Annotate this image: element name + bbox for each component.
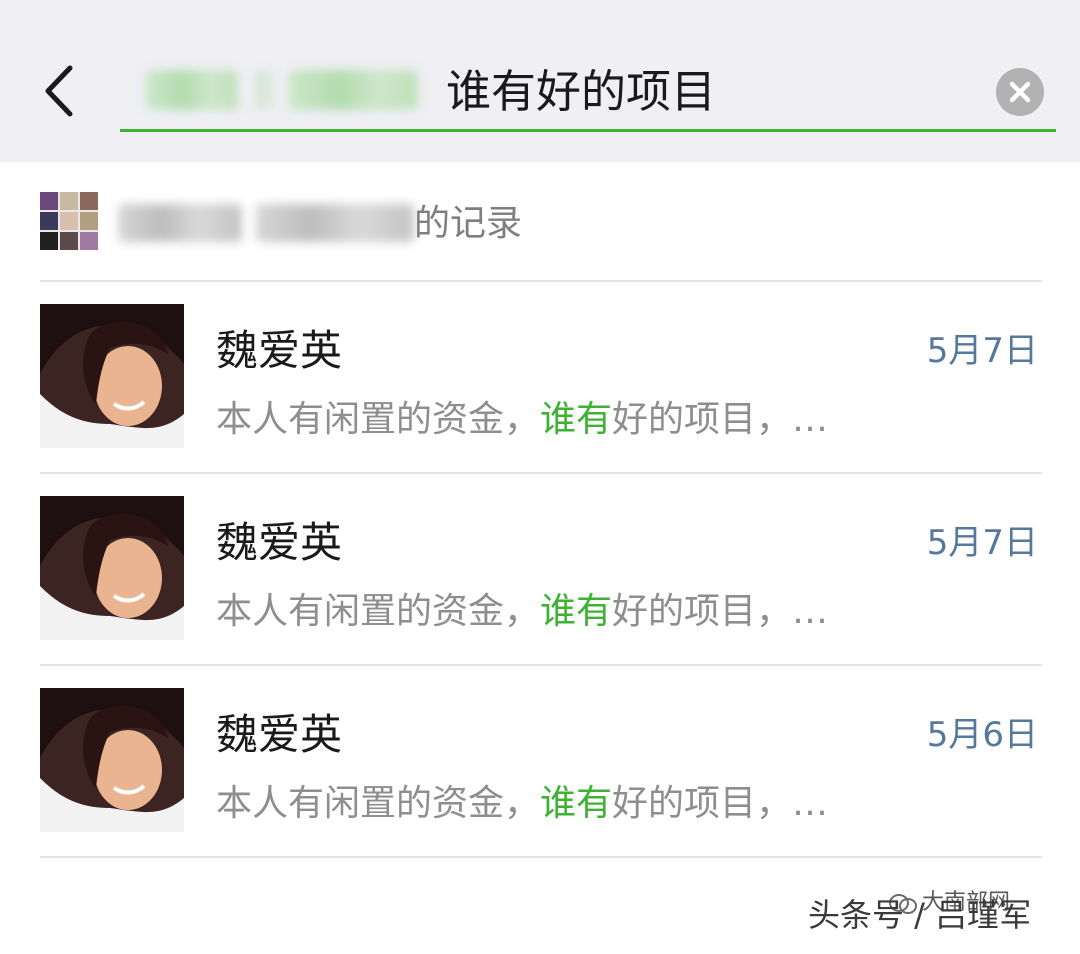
message-date: 5月7日 xyxy=(926,523,1038,563)
snippet-text: 好的项目，… xyxy=(612,399,829,440)
group-record-label: 的记录 xyxy=(414,203,523,244)
search-results-page: 谁有好的项目 的记录 魏爱英 5月7日 本人有闲置的资金，谁有好的项目，… 魏爱… xyxy=(0,0,1080,954)
search-input-underline xyxy=(120,129,1056,132)
blurred-query-part xyxy=(254,70,274,110)
avatar xyxy=(40,688,184,832)
message-date: 5月7日 xyxy=(926,331,1038,371)
snippet-highlight: 谁有 xyxy=(540,591,613,632)
watermark-author: 头条号 / 吕瑾军 xyxy=(808,896,1032,934)
search-header: 谁有好的项目 xyxy=(0,0,1080,162)
snippet-highlight: 谁有 xyxy=(540,399,613,440)
chat-result-item[interactable]: 魏爱英 5月7日 本人有闲置的资金，谁有好的项目，… xyxy=(0,474,1080,664)
blurred-group-name xyxy=(118,204,242,242)
chat-result-item[interactable]: 魏爱英 5月6日 本人有闲置的资金，谁有好的项目，… xyxy=(0,666,1080,856)
chevron-left-icon xyxy=(45,65,73,117)
search-query-text: 谁有好的项目 xyxy=(446,65,717,118)
avatar-photo-icon xyxy=(40,304,184,448)
avatar xyxy=(40,496,184,640)
message-date: 5月6日 xyxy=(926,715,1038,755)
chat-result-item[interactable]: 魏爱英 5月7日 本人有闲置的资金，谁有好的项目，… xyxy=(0,282,1080,472)
back-button[interactable] xyxy=(30,56,90,126)
contact-name: 魏爱英 xyxy=(216,518,343,567)
divider xyxy=(40,856,1042,858)
message-snippet: 本人有闲置的资金，谁有好的项目，… xyxy=(216,778,828,830)
contact-name: 魏爱英 xyxy=(216,710,343,759)
group-avatar xyxy=(40,192,98,250)
blurred-group-name xyxy=(256,204,414,242)
snippet-text: 本人有闲置的资金， xyxy=(216,783,541,824)
search-input[interactable]: 谁有好的项目 xyxy=(120,48,1056,132)
snippet-text: 本人有闲置的资金， xyxy=(216,591,541,632)
contact-name: 魏爱英 xyxy=(216,326,343,375)
blurred-query-part xyxy=(146,70,238,110)
message-snippet: 本人有闲置的资金，谁有好的项目，… xyxy=(216,586,828,638)
clear-search-button[interactable] xyxy=(996,68,1044,116)
avatar-photo-icon xyxy=(40,688,184,832)
snippet-text: 好的项目，… xyxy=(612,783,829,824)
avatar-photo-icon xyxy=(40,496,184,640)
clear-icon xyxy=(1009,81,1031,103)
snippet-text: 好的项目，… xyxy=(612,591,829,632)
avatar xyxy=(40,304,184,448)
blurred-query-part xyxy=(288,70,418,110)
snippet-highlight: 谁有 xyxy=(540,783,613,824)
message-snippet: 本人有闲置的资金，谁有好的项目，… xyxy=(216,394,828,446)
snippet-text: 本人有闲置的资金， xyxy=(216,399,541,440)
